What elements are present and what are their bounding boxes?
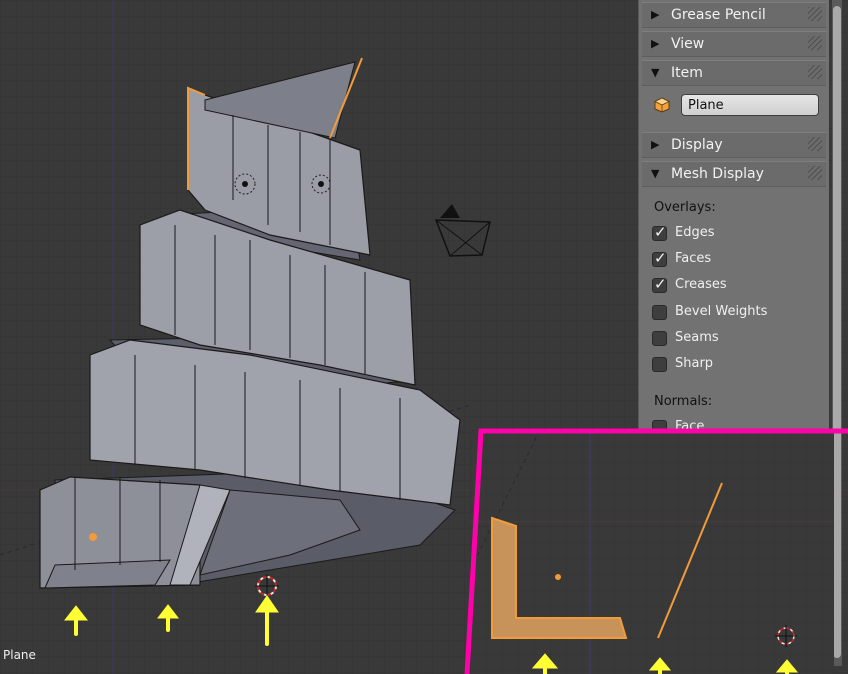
- checkbox-label: Faces: [675, 251, 712, 266]
- drag-grip-icon[interactable]: [808, 65, 822, 79]
- properties-panel: ▶ Grease Pencil ▶ View ▼ Item Plane ▶ Di…: [638, 0, 829, 438]
- scrollbar-thumb[interactable]: [833, 6, 841, 658]
- panel-header-grease-pencil[interactable]: ▶ Grease Pencil: [642, 2, 826, 28]
- drag-grip-icon[interactable]: [808, 7, 822, 21]
- active-object-name: Plane: [3, 648, 36, 662]
- checkbox[interactable]: [652, 357, 667, 372]
- panel-header-view[interactable]: ▶ View: [642, 31, 826, 57]
- checkmark-icon: ✓: [654, 249, 667, 267]
- expand-triangle-icon: ▶: [651, 37, 660, 50]
- inset-canvas: [470, 430, 834, 674]
- inset-viewport: [470, 430, 834, 674]
- panel-header-display[interactable]: ▶ Display: [642, 132, 826, 158]
- panel-header-label: Mesh Display: [671, 166, 764, 182]
- checkbox-faces[interactable]: ✓ Faces: [652, 249, 822, 270]
- normals-label: Normals:: [654, 394, 713, 409]
- checkmark-icon: ✓: [654, 223, 667, 241]
- checkbox-sharp[interactable]: Sharp: [652, 355, 822, 375]
- origin-dot-icon: [89, 533, 97, 541]
- checkbox-seams[interactable]: Seams: [652, 329, 822, 349]
- checkbox-bevel-weights[interactable]: Bevel Weights: [652, 303, 822, 323]
- checkmark-icon: ✓: [654, 275, 667, 293]
- collapse-triangle-icon: ▼: [651, 167, 660, 180]
- expand-triangle-icon: ▶: [651, 8, 660, 21]
- panel-header-label: View: [671, 36, 705, 52]
- expand-triangle-icon: ▶: [651, 138, 660, 151]
- drag-grip-icon[interactable]: [808, 36, 822, 50]
- overlays-label: Overlays:: [654, 200, 716, 215]
- checkbox-label: Creases: [675, 277, 727, 292]
- panel-header-mesh-display[interactable]: ▼ Mesh Display: [642, 161, 826, 187]
- checkbox-label: Seams: [675, 330, 719, 345]
- checkbox-label: Bevel Weights: [675, 304, 768, 319]
- panel-header-label: Display: [671, 137, 723, 153]
- checkbox-creases[interactable]: ✓ Creases: [652, 275, 822, 296]
- panel-header-label: Grease Pencil: [671, 7, 766, 23]
- drag-grip-icon[interactable]: [808, 166, 822, 180]
- checkbox-label: Edges: [675, 225, 715, 240]
- checkbox[interactable]: [652, 331, 667, 346]
- checkbox-edges[interactable]: ✓ Edges: [652, 223, 822, 244]
- origin-dot-icon: [555, 574, 561, 580]
- collapse-triangle-icon: ▼: [651, 66, 660, 79]
- checkbox[interactable]: ✓: [652, 275, 667, 293]
- checkbox[interactable]: ✓: [652, 223, 667, 241]
- mesh-object-icon: [654, 97, 670, 113]
- object-name-field[interactable]: Plane: [681, 94, 819, 116]
- checkbox-label: Sharp: [675, 356, 714, 371]
- panel-header-label: Item: [671, 65, 703, 81]
- panel-header-item[interactable]: ▼ Item: [642, 60, 826, 86]
- drag-grip-icon[interactable]: [808, 137, 822, 151]
- checkbox[interactable]: ✓: [652, 249, 667, 267]
- checkbox[interactable]: [652, 305, 667, 320]
- item-name-row: Plane: [654, 94, 824, 118]
